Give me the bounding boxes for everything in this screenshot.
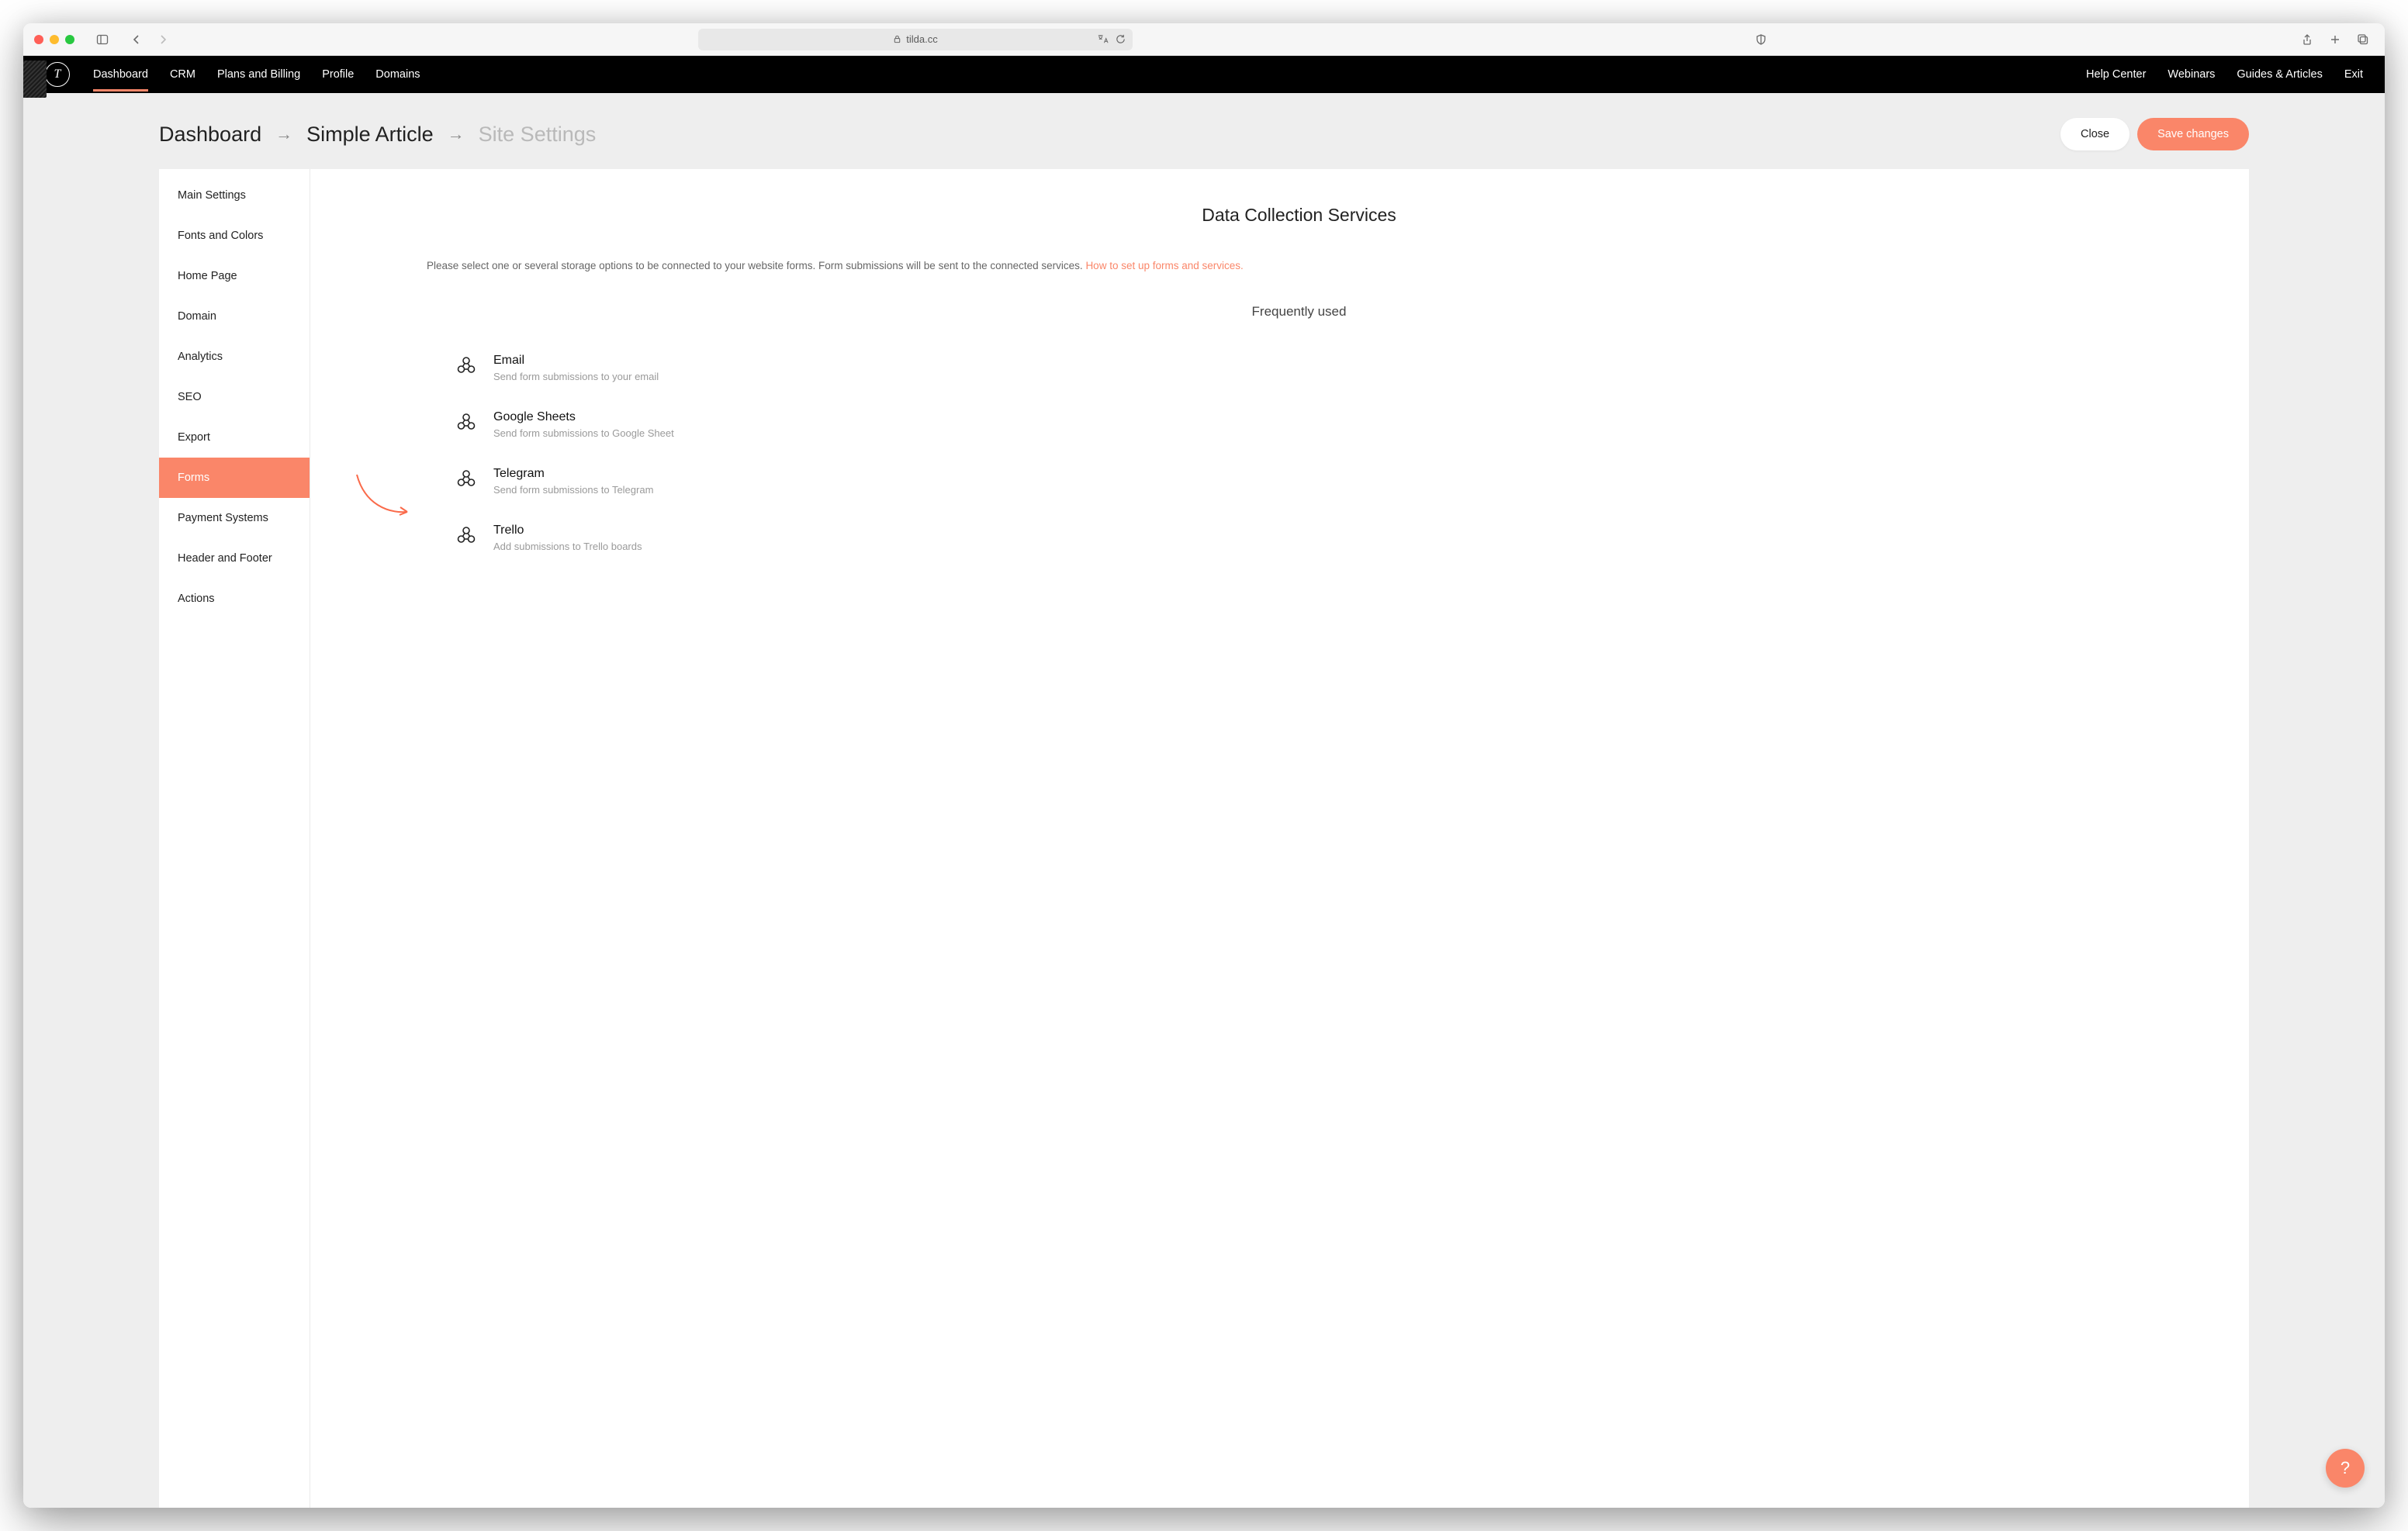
tabs-overview-icon[interactable]: [2352, 29, 2374, 50]
annotation-arrow: [353, 473, 415, 520]
new-tab-icon[interactable]: [2324, 29, 2346, 50]
secondary-nav: Help Center Webinars Guides & Articles Exit: [2086, 68, 2363, 81]
service-row-telegram[interactable]: Telegram Send form submissions to Telegra…: [427, 453, 2171, 510]
help-glyph: ?: [2341, 1458, 2350, 1478]
translate-icon[interactable]: [1097, 33, 1109, 45]
nav-item-domains[interactable]: Domains: [375, 68, 420, 81]
settings-content: Main SettingsFonts and ColorsHome PageDo…: [159, 169, 2249, 1508]
service-name: Trello: [493, 524, 642, 537]
pane-description: Please select one or several storage opt…: [427, 258, 2171, 275]
privacy-shield-icon[interactable]: [1750, 29, 1772, 50]
service-icon: [456, 468, 476, 489]
breadcrumb-row: Dashboard → Simple Article → Site Settin…: [23, 93, 2385, 169]
sidebar-item-forms[interactable]: Forms: [159, 458, 310, 498]
services-list: Email Send form submissions to your email…: [427, 340, 2171, 566]
sidebar-item-domain[interactable]: Domain: [159, 296, 310, 337]
nav-item-exit[interactable]: Exit: [2344, 68, 2363, 81]
service-description: Send form submissions to Telegram: [493, 484, 653, 496]
pane-title: Data Collection Services: [427, 205, 2171, 226]
nav-item-crm[interactable]: CRM: [170, 68, 195, 81]
sidebar-item-main-settings[interactable]: Main Settings: [159, 175, 310, 216]
url-text: tilda.cc: [906, 33, 937, 45]
help-link[interactable]: How to set up forms and services.: [1085, 260, 1243, 271]
window-maximize-button[interactable]: [65, 35, 74, 44]
service-icon: [456, 525, 476, 545]
service-description: Send form submissions to Google Sheet: [493, 427, 674, 439]
browser-window: tilda.cc: [23, 23, 2385, 1508]
sidebar-item-home-page[interactable]: Home Page: [159, 256, 310, 296]
service-icon: [456, 355, 476, 375]
window-close-button[interactable]: [34, 35, 43, 44]
breadcrumb-arrow-icon: →: [448, 124, 465, 144]
sidebar-item-header-and-footer[interactable]: Header and Footer: [159, 538, 310, 579]
window-controls: [34, 35, 74, 44]
nav-item-plans-and-billing[interactable]: Plans and Billing: [217, 68, 300, 81]
sidebar-item-analytics[interactable]: Analytics: [159, 337, 310, 377]
service-row-google-sheets[interactable]: Google Sheets Send form submissions to Go…: [427, 396, 2171, 453]
breadcrumb-item-current: Site Settings: [479, 123, 597, 147]
breadcrumb-item[interactable]: Dashboard: [159, 123, 261, 147]
service-row-trello[interactable]: Trello Add submissions to Trello boards: [427, 510, 2171, 566]
browser-toolbar: tilda.cc: [23, 23, 2385, 56]
sidebar-toggle-icon[interactable]: [92, 29, 113, 50]
sidebar-item-export[interactable]: Export: [159, 417, 310, 458]
service-name: Telegram: [493, 467, 653, 481]
sidebar-item-seo[interactable]: SEO: [159, 377, 310, 417]
service-name: Google Sheets: [493, 410, 674, 424]
save-changes-button[interactable]: Save changes: [2137, 118, 2249, 150]
nav-item-guides-articles[interactable]: Guides & Articles: [2237, 68, 2322, 81]
share-icon[interactable]: [2296, 29, 2318, 50]
subheading: Frequently used: [427, 304, 2171, 320]
service-row-email[interactable]: Email Send form submissions to your email: [427, 340, 2171, 396]
nav-item-profile[interactable]: Profile: [322, 68, 354, 81]
address-bar[interactable]: tilda.cc: [698, 29, 1133, 50]
service-description: Send form submissions to your email: [493, 371, 659, 382]
refresh-icon[interactable]: [1115, 33, 1126, 45]
decorative-pattern: [23, 60, 47, 98]
breadcrumb-arrow-icon: →: [275, 124, 292, 144]
service-icon: [456, 412, 476, 432]
sidebar-item-fonts-and-colors[interactable]: Fonts and Colors: [159, 216, 310, 256]
app-logo-letter: T: [54, 67, 61, 81]
nav-item-dashboard[interactable]: Dashboard: [93, 68, 148, 81]
service-name: Email: [493, 354, 659, 368]
close-button[interactable]: Close: [2060, 118, 2129, 150]
settings-main-pane: Data Collection Services Please select o…: [310, 169, 2249, 1508]
app-header: T Dashboard CRM Plans and Billing Profile Do…: [23, 56, 2385, 93]
lock-icon: [893, 35, 901, 43]
nav-back-button[interactable]: [126, 29, 147, 50]
app-logo[interactable]: T: [45, 62, 70, 87]
window-minimize-button[interactable]: [50, 35, 59, 44]
primary-nav: Dashboard CRM Plans and Billing Profile Doma…: [93, 68, 420, 81]
breadcrumb-item[interactable]: Simple Article: [306, 123, 434, 147]
page-body: Dashboard → Simple Article → Site Settin…: [23, 93, 2385, 1508]
pane-description-text: Please select one or several storage opt…: [427, 260, 1085, 271]
nav-item-webinars[interactable]: Webinars: [2168, 68, 2215, 81]
help-bubble-button[interactable]: ?: [2326, 1449, 2365, 1488]
service-description: Add submissions to Trello boards: [493, 541, 642, 552]
sidebar-item-actions[interactable]: Actions: [159, 579, 310, 619]
sidebar-item-payment-systems[interactable]: Payment Systems: [159, 498, 310, 538]
nav-forward-button[interactable]: [152, 29, 174, 50]
nav-item-help-center[interactable]: Help Center: [2086, 68, 2146, 81]
settings-sidebar: Main SettingsFonts and ColorsHome PageDo…: [159, 169, 310, 1508]
